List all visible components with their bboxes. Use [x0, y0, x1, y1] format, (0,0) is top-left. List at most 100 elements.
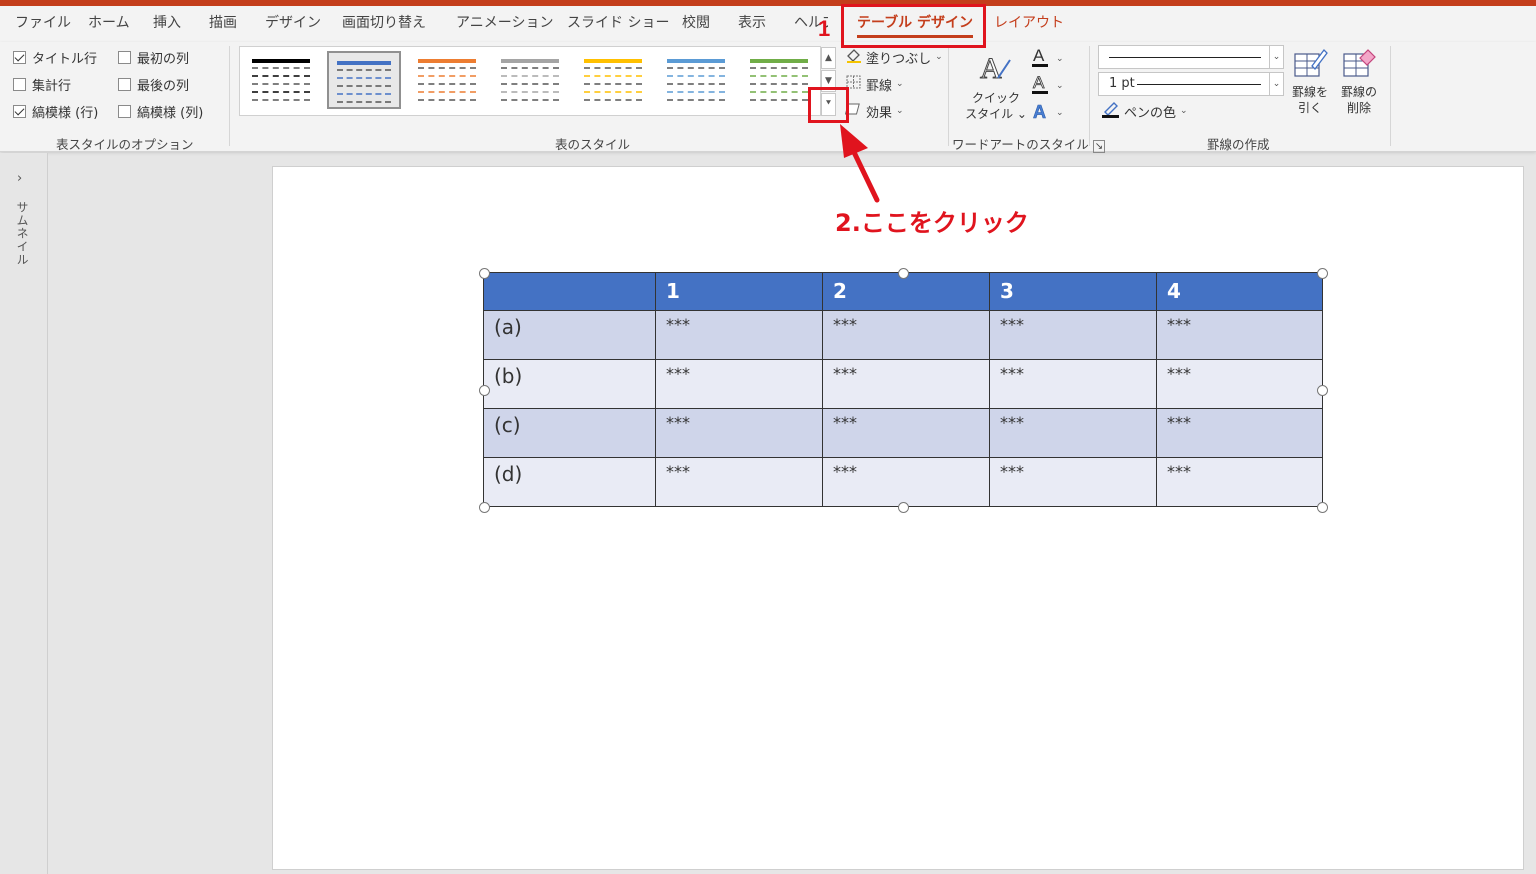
- quick-styles-button[interactable]: A クイック スタイル ⌄: [965, 48, 1027, 122]
- chevron-down-icon: ⌄: [1056, 54, 1064, 64]
- pen-weight-dropdown[interactable]: 1 pt ⌄: [1098, 72, 1284, 96]
- eraser-button[interactable]: 罫線の 削除: [1337, 46, 1381, 116]
- text-outline-button[interactable]: A ⌄: [1030, 73, 1064, 99]
- tab-draw[interactable]: 描画: [209, 6, 237, 42]
- thumbnail-line: [337, 101, 391, 103]
- banded-rows-checkbox[interactable]: 縞模様 (行): [13, 101, 98, 121]
- table-cell[interactable]: ***: [655, 359, 823, 409]
- table-cell[interactable]: ***: [655, 457, 823, 507]
- table-cell[interactable]: ***: [989, 310, 1157, 360]
- table-cell[interactable]: ***: [1156, 457, 1323, 507]
- thumbnail-line: [667, 67, 725, 69]
- resize-handle[interactable]: [479, 502, 490, 513]
- text-outline-icon: A: [1030, 73, 1052, 99]
- text-fill-button[interactable]: A ⌄: [1030, 46, 1064, 72]
- borders-button[interactable]: 罫線 ⌄: [845, 74, 904, 94]
- first-column-checkbox[interactable]: 最初の列: [118, 47, 189, 67]
- banded-columns-checkbox[interactable]: 縞模様 (列): [118, 101, 203, 121]
- table-style-thumbnail[interactable]: [659, 51, 733, 109]
- tab-home[interactable]: ホーム: [88, 6, 130, 42]
- chevron-down-icon[interactable]: ⌄: [1269, 46, 1283, 68]
- tab-layout[interactable]: レイアウト: [994, 6, 1064, 42]
- thumbnail-pane-label: サムネイル: [15, 201, 29, 266]
- table-cell[interactable]: ***: [989, 359, 1157, 409]
- eraser-icon: [1341, 46, 1377, 84]
- tab-table-design[interactable]: テーブル デザイン: [857, 6, 974, 42]
- dialog-launcher-icon[interactable]: ↘: [1092, 140, 1106, 153]
- table-cell[interactable]: ***: [655, 408, 823, 458]
- thumbnail-line: [252, 83, 310, 85]
- tab-insert[interactable]: 挿入: [153, 6, 181, 42]
- tab-animations[interactable]: アニメーション: [456, 6, 553, 42]
- gallery-scroll-down-button[interactable]: ▼: [821, 70, 836, 92]
- table-row-header-cell[interactable]: (d): [483, 457, 656, 507]
- total-row-checkbox[interactable]: 集計行: [13, 74, 71, 94]
- resize-handle[interactable]: [1317, 385, 1328, 396]
- pen-color-button[interactable]: ペンの色 ⌄: [1101, 100, 1188, 122]
- table-style-thumbnail[interactable]: [327, 51, 401, 109]
- table-cell[interactable]: ***: [822, 408, 990, 458]
- table-row[interactable]: (d) *** *** *** ***: [483, 457, 1323, 507]
- table-header-cell[interactable]: [483, 272, 656, 311]
- table-cell[interactable]: ***: [1156, 359, 1323, 409]
- table-row-header-cell[interactable]: (c): [483, 408, 656, 458]
- thumbnail-line: [584, 91, 642, 93]
- gallery-more-button[interactable]: ⯆: [821, 93, 836, 116]
- group-label-table-styles: 表のスタイル: [555, 137, 631, 152]
- quick-styles-label-1: クイック: [971, 91, 1020, 105]
- thumbnail-line: [667, 59, 725, 63]
- expand-thumbnails-icon[interactable]: ›: [17, 171, 22, 186]
- checkbox-box: [13, 50, 26, 64]
- text-effects-button[interactable]: A ⌄: [1030, 100, 1064, 126]
- table-header-cell[interactable]: 4: [1156, 272, 1323, 311]
- table-cell[interactable]: ***: [822, 310, 990, 360]
- gallery-scroll-up-button[interactable]: ▲: [821, 47, 836, 69]
- tab-file[interactable]: ファイル: [15, 6, 71, 42]
- resize-handle[interactable]: [479, 268, 490, 279]
- table-cell[interactable]: ***: [822, 457, 990, 507]
- table-style-thumbnail[interactable]: [244, 51, 318, 109]
- chevron-down-icon[interactable]: ⌄: [1269, 73, 1283, 95]
- table-row-header-cell[interactable]: (b): [483, 359, 656, 409]
- thumbnail-pane: › サムネイル: [0, 153, 48, 874]
- table-style-thumbnail[interactable]: [576, 51, 650, 109]
- svg-text:A: A: [1033, 102, 1046, 122]
- table-cell[interactable]: ***: [1156, 408, 1323, 458]
- table-row-header-cell[interactable]: (a): [483, 310, 656, 360]
- resize-handle[interactable]: [1317, 502, 1328, 513]
- tab-transitions[interactable]: 画面切り替え: [342, 6, 426, 42]
- table-cell[interactable]: ***: [989, 408, 1157, 458]
- header-row-checkbox[interactable]: タイトル行: [13, 47, 97, 67]
- thumbnail-line: [667, 75, 725, 77]
- text-fill-icon: A: [1030, 46, 1052, 72]
- table-style-thumbnail[interactable]: [410, 51, 484, 109]
- tab-slideshow[interactable]: スライド ショー: [567, 6, 669, 42]
- table-cell[interactable]: ***: [655, 310, 823, 360]
- table-row[interactable]: (c) *** *** *** ***: [483, 408, 1323, 458]
- resize-handle[interactable]: [1317, 268, 1328, 279]
- resize-handle[interactable]: [898, 268, 909, 279]
- tab-review[interactable]: 校閲: [682, 6, 710, 42]
- table-row[interactable]: (b) *** *** *** ***: [483, 359, 1323, 409]
- table-header-cell[interactable]: 3: [989, 272, 1157, 311]
- table-header-cell[interactable]: 1: [655, 272, 823, 311]
- last-column-checkbox[interactable]: 最後の列: [118, 74, 189, 94]
- table-style-thumbnail[interactable]: [742, 51, 816, 109]
- resize-handle[interactable]: [898, 502, 909, 513]
- pen-color-label: ペンの色: [1124, 105, 1177, 121]
- pen-style-dropdown[interactable]: ⌄: [1098, 45, 1284, 69]
- table-row[interactable]: (a) *** *** *** ***: [483, 310, 1323, 360]
- draw-table-icon: [1292, 46, 1328, 84]
- table-cell[interactable]: ***: [989, 457, 1157, 507]
- tab-design[interactable]: デザイン: [265, 6, 321, 42]
- table-cell[interactable]: ***: [1156, 310, 1323, 360]
- slide-table[interactable]: 1 2 3 4 (a) *** *** *** *** (b) *** *** …: [483, 272, 1323, 507]
- table-style-thumbnail[interactable]: [493, 51, 567, 109]
- shading-button[interactable]: 塗りつぶし ⌄: [845, 47, 943, 67]
- resize-handle[interactable]: [479, 385, 490, 396]
- group-separator: [229, 46, 230, 146]
- table-cell[interactable]: ***: [822, 359, 990, 409]
- tab-view[interactable]: 表示: [738, 6, 766, 42]
- thumbnail-line: [750, 91, 808, 93]
- draw-table-button[interactable]: 罫線を 引く: [1288, 46, 1332, 116]
